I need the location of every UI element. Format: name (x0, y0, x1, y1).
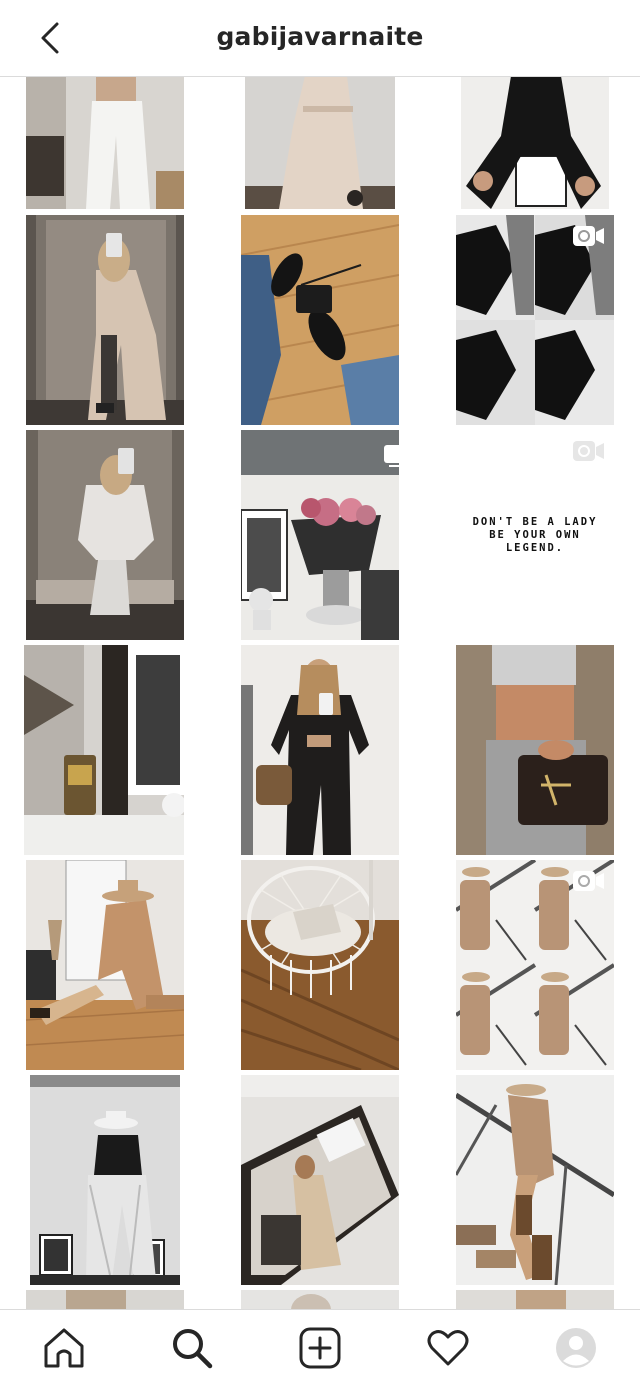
post-thumbnail[interactable] (241, 215, 399, 425)
tab-new-post[interactable] (298, 1326, 342, 1370)
home-icon (44, 1328, 84, 1368)
post-thumbnail[interactable] (241, 860, 399, 1070)
post-thumbnail[interactable] (26, 1290, 184, 1309)
tab-activity[interactable] (426, 1326, 470, 1370)
post-thumbnail[interactable] (26, 860, 184, 1070)
video-badge-icon (573, 871, 604, 891)
quote-text: DON'T BE A LADY BE YOUR OWN LEGEND. (472, 516, 598, 554)
tab-home[interactable] (42, 1326, 86, 1370)
video-badge-icon (573, 226, 604, 246)
post-thumbnail[interactable] (26, 430, 184, 640)
post-thumbnail[interactable] (245, 76, 395, 209)
post-thumbnail[interactable] (456, 1290, 614, 1309)
avatar-icon (556, 1328, 596, 1368)
posts-grid: DON'T BE A LADY BE YOUR OWN LEGEND. (0, 76, 640, 1309)
carousel-badge-icon (384, 445, 399, 467)
top-header: gabijavarnaite (0, 0, 640, 77)
post-thumbnail[interactable] (456, 1075, 614, 1285)
post-thumbnail[interactable] (461, 76, 609, 209)
add-post-icon (299, 1327, 341, 1369)
post-thumbnail[interactable] (26, 215, 184, 425)
post-thumbnail[interactable] (241, 645, 399, 855)
post-thumbnail[interactable] (456, 215, 614, 425)
post-thumbnail[interactable] (24, 645, 184, 855)
post-thumbnail[interactable] (241, 430, 399, 640)
post-thumbnail[interactable] (26, 76, 184, 209)
post-thumbnail[interactable] (456, 645, 614, 855)
post-thumbnail[interactable] (456, 860, 614, 1070)
post-thumbnail-quote[interactable]: DON'T BE A LADY BE YOUR OWN LEGEND. (456, 430, 614, 640)
video-badge-icon (573, 441, 604, 461)
post-thumbnail[interactable] (30, 1075, 180, 1285)
bottom-tab-bar (0, 1309, 640, 1387)
heart-icon (427, 1330, 469, 1366)
page-title: gabijavarnaite (216, 22, 424, 51)
post-thumbnail[interactable] (241, 1075, 399, 1285)
search-icon (173, 1329, 213, 1369)
tab-profile[interactable] (554, 1326, 598, 1370)
tab-search[interactable] (170, 1326, 214, 1370)
post-thumbnail[interactable] (241, 1290, 399, 1309)
